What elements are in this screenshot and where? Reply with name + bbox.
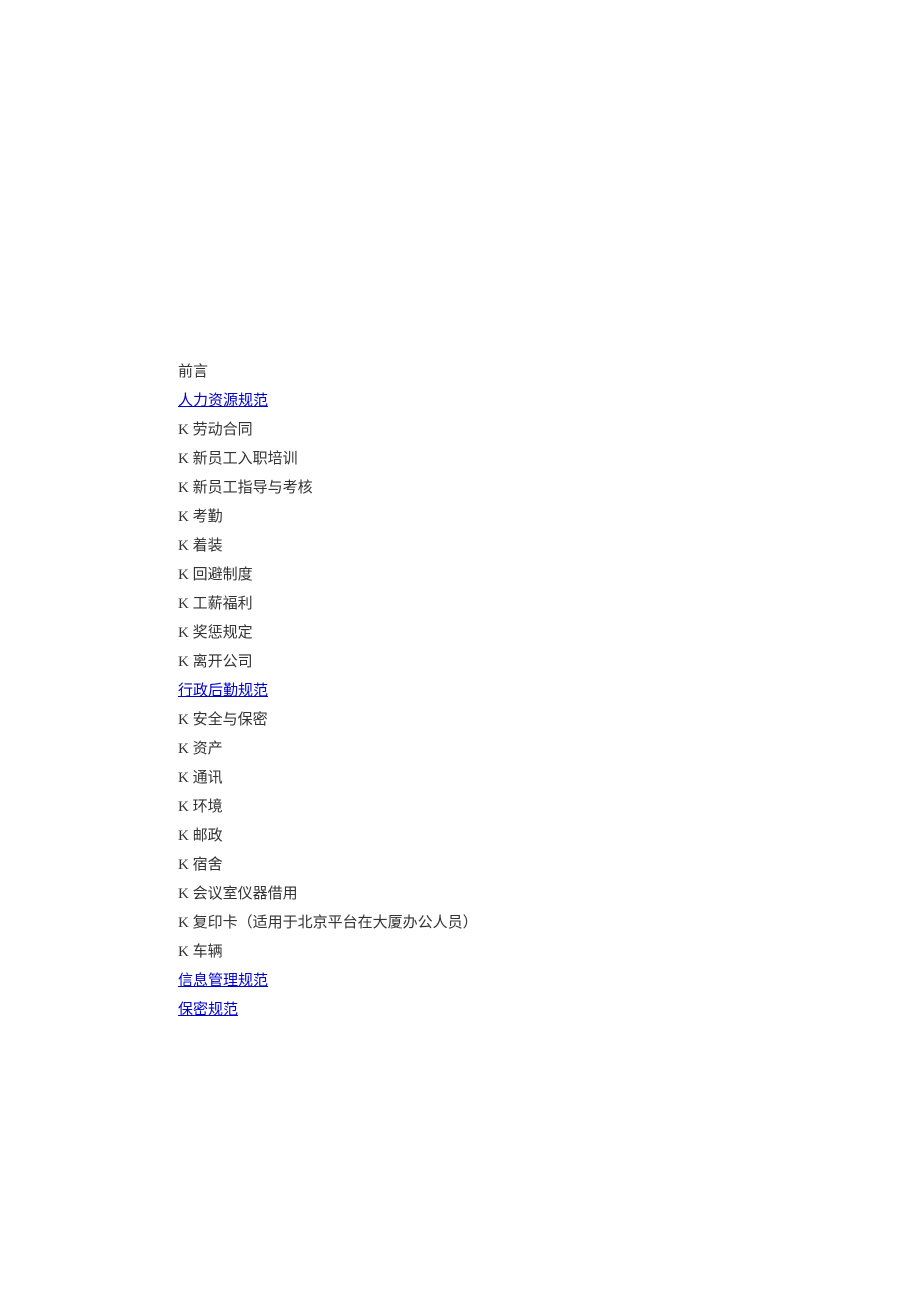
list-item: K 回避制度	[178, 561, 920, 589]
item-label: 宿舍	[193, 857, 223, 873]
list-item: K 奖惩规定	[178, 619, 920, 647]
list-item: K 新员工入职培训	[178, 445, 920, 473]
list-item: K 宿舍	[178, 851, 920, 879]
list-item: K 复印卡（适用于北京平台在大厦办公人员）	[178, 909, 920, 937]
item-label: 会议室仪器借用	[193, 886, 298, 902]
item-label: 回避制度	[193, 567, 253, 583]
list-item: K 安全与保密	[178, 706, 920, 734]
item-label: 奖惩规定	[193, 625, 253, 641]
list-item: K 邮政	[178, 822, 920, 850]
item-label: 劳动合同	[193, 422, 253, 438]
list-item: K 新员工指导与考核	[178, 474, 920, 502]
item-label: 邮政	[193, 828, 223, 844]
item-prefix: K	[178, 509, 193, 525]
item-prefix: K	[178, 886, 193, 902]
list-item: K 工薪福利	[178, 590, 920, 618]
confidential-link[interactable]: 保密规范	[178, 1002, 238, 1018]
item-prefix: K	[178, 654, 193, 670]
item-prefix: K	[178, 741, 193, 757]
item-label: 工薪福利	[193, 596, 253, 612]
item-prefix: K	[178, 422, 193, 438]
item-label: 新员工指导与考核	[193, 480, 313, 496]
item-prefix: K	[178, 451, 193, 467]
section-info: 信息管理规范	[178, 967, 920, 995]
section-hr: 人力资源规范	[178, 387, 920, 415]
list-item: K 着装	[178, 532, 920, 560]
item-label: 通讯	[193, 770, 223, 786]
hr-link[interactable]: 人力资源规范	[178, 393, 268, 409]
item-label: 离开公司	[193, 654, 253, 670]
item-prefix: K	[178, 857, 193, 873]
item-prefix: K	[178, 828, 193, 844]
item-label: 环境	[193, 799, 223, 815]
item-label: 考勤	[193, 509, 223, 525]
item-prefix: K	[178, 596, 193, 612]
item-label: 资产	[193, 741, 223, 757]
section-admin: 行政后勤规范	[178, 677, 920, 705]
item-label: 车辆	[193, 944, 223, 960]
item-prefix: K	[178, 799, 193, 815]
item-prefix: K	[178, 712, 193, 728]
list-item: K 劳动合同	[178, 416, 920, 444]
item-label: 着装	[193, 538, 223, 554]
item-prefix: K	[178, 944, 193, 960]
list-item: K 资产	[178, 735, 920, 763]
info-link[interactable]: 信息管理规范	[178, 973, 268, 989]
item-prefix: K	[178, 480, 193, 496]
admin-link[interactable]: 行政后勤规范	[178, 683, 268, 699]
list-item: K 车辆	[178, 938, 920, 966]
item-prefix: K	[178, 567, 193, 583]
list-item: K 考勤	[178, 503, 920, 531]
item-prefix: K	[178, 770, 193, 786]
item-label: 安全与保密	[193, 712, 268, 728]
toc-content: 前言 人力资源规范 K 劳动合同 K 新员工入职培训 K 新员工指导与考核 K …	[0, 0, 920, 1024]
item-label: 新员工入职培训	[193, 451, 298, 467]
section-confidential: 保密规范	[178, 996, 920, 1024]
item-label: 复印卡（适用于北京平台在大厦办公人员）	[193, 915, 478, 931]
item-prefix: K	[178, 915, 193, 931]
list-item: K 离开公司	[178, 648, 920, 676]
preface-heading: 前言	[178, 358, 920, 386]
item-prefix: K	[178, 625, 193, 641]
list-item: K 会议室仪器借用	[178, 880, 920, 908]
item-prefix: K	[178, 538, 193, 554]
list-item: K 环境	[178, 793, 920, 821]
list-item: K 通讯	[178, 764, 920, 792]
